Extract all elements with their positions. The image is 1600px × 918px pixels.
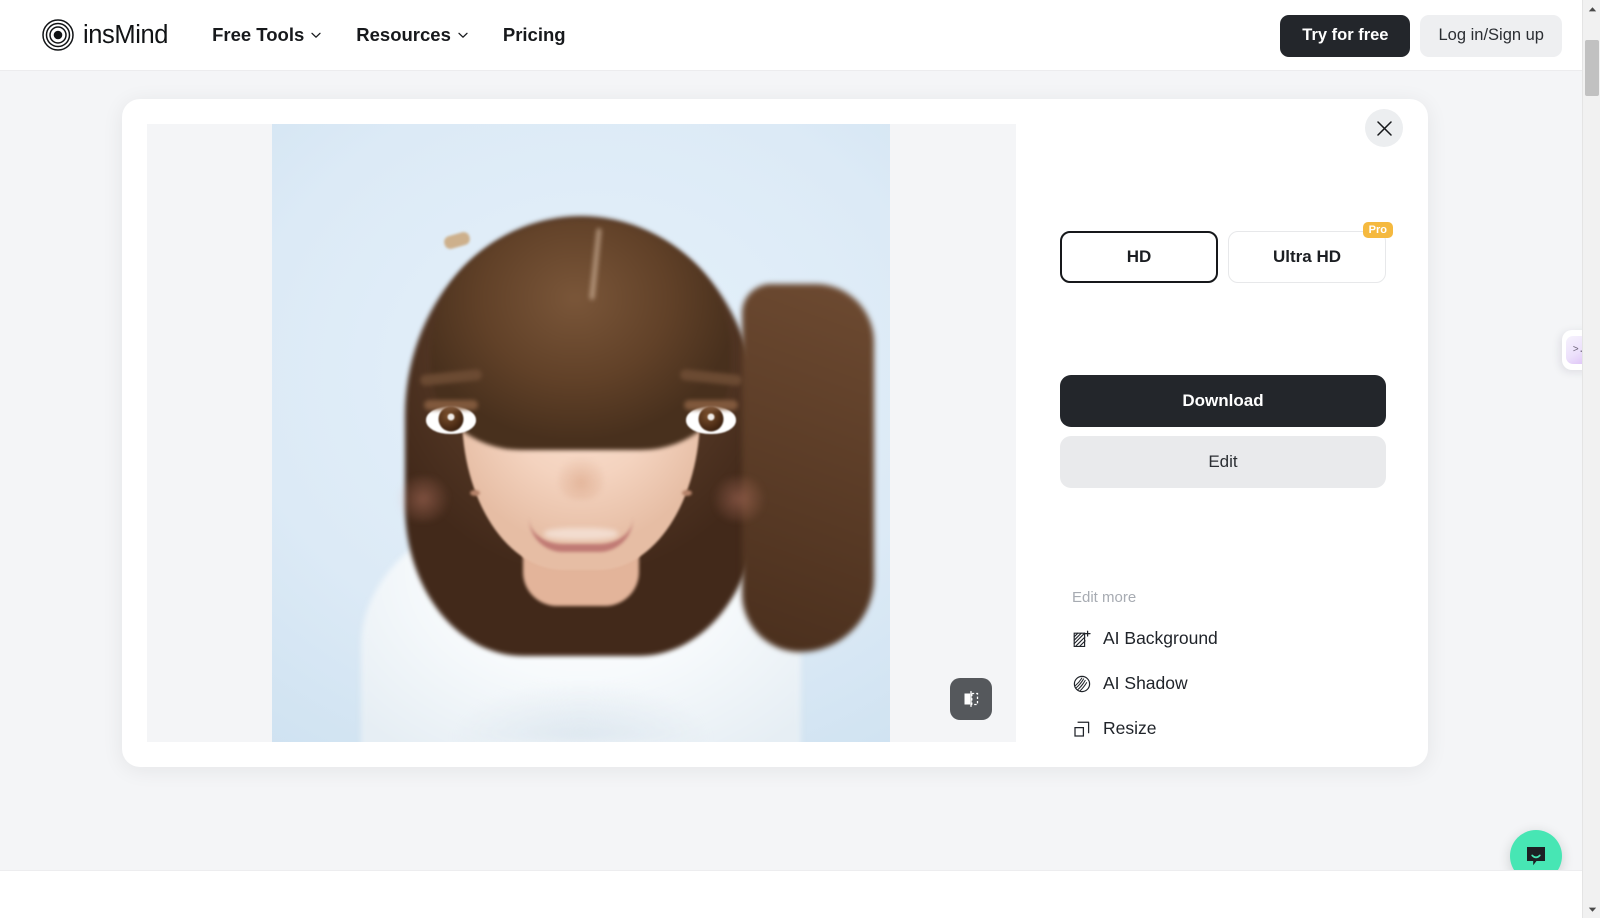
resize-icon — [1074, 721, 1090, 737]
compare-toggle-button[interactable] — [950, 678, 992, 720]
photo-nostril-right — [682, 490, 692, 496]
brand-logo[interactable]: insMind — [42, 19, 168, 51]
main-nav: Free Tools Resources Pricing — [212, 24, 566, 46]
photo-iris — [438, 406, 464, 432]
photo-eye-right — [686, 406, 736, 434]
photo-eyelid-left — [424, 400, 478, 410]
edit-more-item-ai-background[interactable]: AI Background — [1072, 616, 1392, 661]
photo-nostril-left — [470, 490, 480, 496]
try-for-free-button[interactable]: Try for free — [1280, 14, 1411, 57]
brand-name: insMind — [83, 20, 169, 49]
photo-cheek-right — [708, 476, 770, 522]
scroll-down-arrow[interactable] — [1583, 900, 1600, 918]
login-signup-button[interactable]: Log in/Sign up — [1420, 14, 1562, 57]
browser-viewport: insMind Free Tools Resources Pricing Try… — [0, 0, 1600, 918]
scrollbar-thumb[interactable] — [1585, 40, 1599, 96]
edit-more-item-label: AI Background — [1103, 628, 1218, 648]
photo-cheek-left — [392, 476, 454, 522]
nav-item-pricing[interactable]: Pricing — [503, 24, 566, 46]
pro-badge: Pro — [1362, 222, 1393, 238]
photo-eye-left — [426, 406, 476, 434]
quality-label: Ultra HD — [1272, 247, 1341, 266]
edit-more-item-ai-shadow[interactable]: AI Shadow — [1072, 661, 1392, 706]
edit-more-item-resize[interactable]: Resize — [1072, 706, 1392, 751]
page-scrollbar[interactable] — [1582, 0, 1600, 918]
photo-shirt-fold — [431, 622, 731, 742]
photo-eye-glint — [447, 413, 454, 421]
photo-eye-glint — [707, 413, 714, 421]
photo-eyelid-right — [684, 400, 738, 410]
photo-iris — [698, 406, 724, 432]
site-header: insMind Free Tools Resources Pricing Try… — [0, 0, 1582, 71]
quality-selector: HD Ultra HD Pro — [1060, 222, 1393, 283]
result-options-panel: HD Ultra HD Pro Download Edit Edit more — [1060, 124, 1403, 742]
page-bottom-strip — [0, 870, 1582, 918]
photo-hair-clip — [442, 230, 472, 251]
nav-item-label: Pricing — [502, 24, 566, 45]
edit-more-item-label: AI Shadow — [1103, 673, 1188, 693]
photo-hair-right — [742, 284, 874, 652]
chevron-down-icon — [1588, 907, 1596, 912]
concentric-circles-logo-icon — [42, 19, 74, 51]
download-button[interactable]: Download — [1060, 375, 1386, 427]
compare-split-icon — [964, 690, 979, 708]
photo-lip-highlight — [544, 528, 618, 540]
edit-more-list: AI Background AI Shadow Resize — [1072, 616, 1392, 751]
chevron-up-icon — [1588, 6, 1596, 11]
chevron-down-icon — [311, 32, 321, 38]
photo-nose — [558, 456, 604, 500]
ai-background-icon — [1073, 630, 1091, 647]
result-card: HD Ultra HD Pro Download Edit Edit more — [122, 99, 1428, 767]
scroll-up-arrow[interactable] — [1583, 0, 1600, 18]
edit-more-item-label: Resize — [1103, 718, 1157, 738]
nav-item-label: Resources — [356, 24, 451, 45]
nav-item-label: Free Tools — [212, 24, 305, 45]
nav-item-resources[interactable]: Resources — [356, 24, 469, 46]
header-actions: Try for free Log in/Sign up — [1280, 0, 1562, 71]
quality-label: HD — [1126, 247, 1152, 266]
nav-item-free-tools[interactable]: Free Tools — [212, 24, 322, 46]
edit-button[interactable]: Edit — [1060, 436, 1386, 488]
image-preview-stage — [147, 124, 1016, 742]
chevron-down-icon — [458, 32, 468, 38]
quality-option-hd[interactable]: HD — [1060, 231, 1218, 283]
quality-option-ultra-hd[interactable]: Ultra HD Pro — [1228, 222, 1393, 283]
edit-more-heading: Edit more — [1072, 589, 1137, 606]
chat-bubble-icon — [1527, 847, 1545, 866]
ai-shadow-icon — [1073, 675, 1091, 692]
result-image — [272, 124, 890, 742]
photo-hair-left — [296, 292, 414, 632]
